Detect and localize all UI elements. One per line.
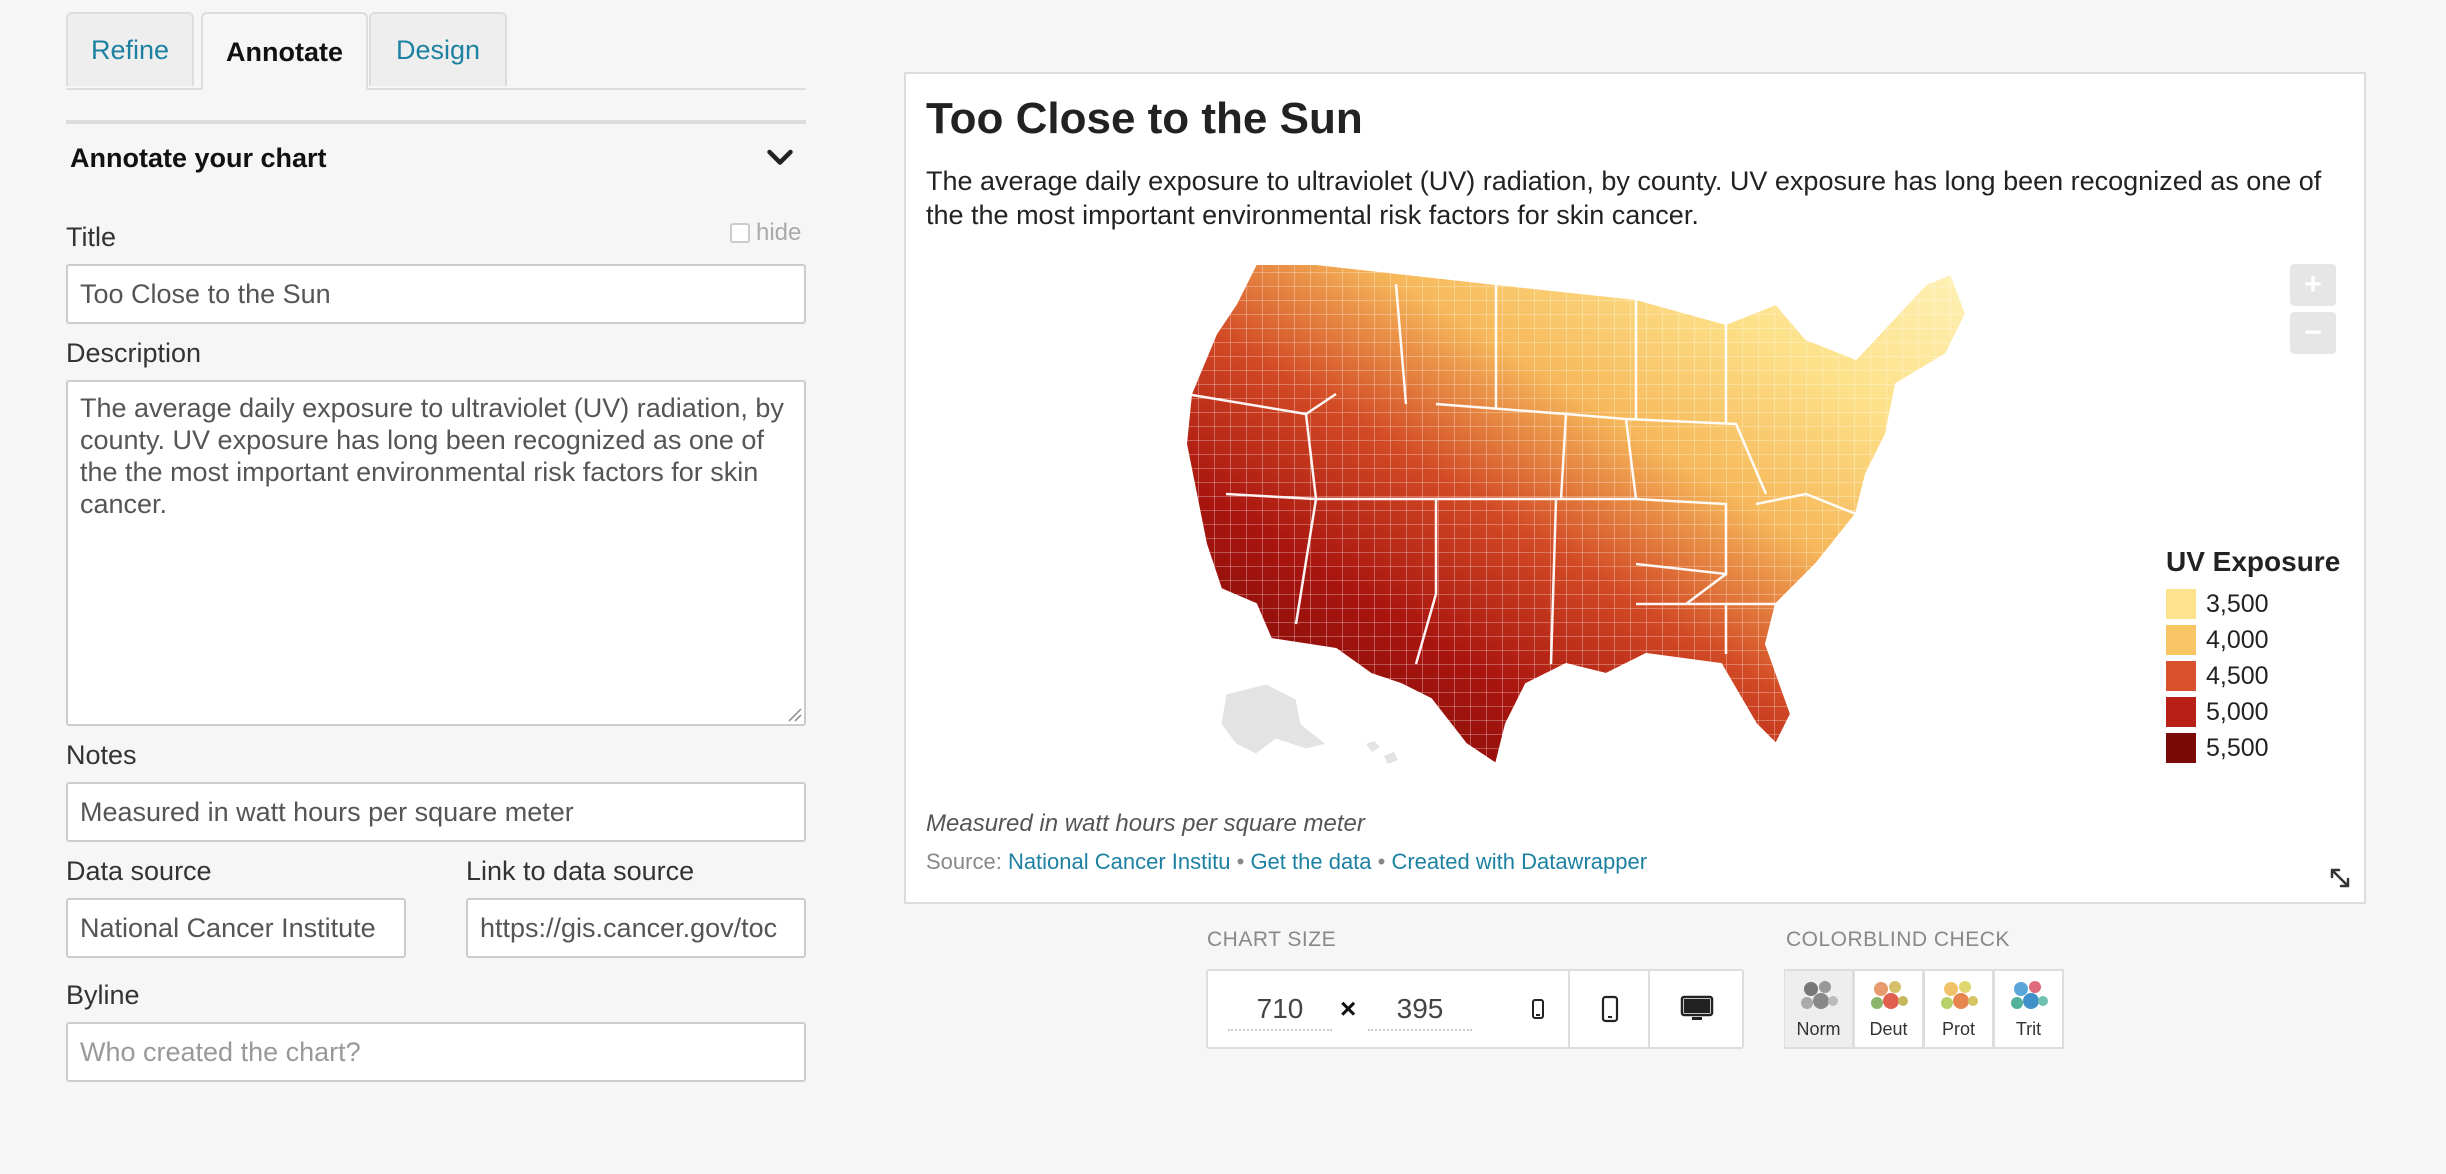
zoom-out-button[interactable]: − xyxy=(2290,312,2336,354)
prot-palette-icon xyxy=(1940,981,1978,1009)
phone-small-icon xyxy=(1532,999,1544,1019)
desktop-button[interactable] xyxy=(1648,971,1744,1047)
colorblind-deut-label: Deut xyxy=(1869,1019,1908,1039)
byline-input[interactable]: Who created the chart? xyxy=(66,1022,806,1082)
description-label: Description xyxy=(66,338,202,368)
colorblind-trit-label: Trit xyxy=(2015,1019,2042,1039)
tab-annotate[interactable]: Annotate xyxy=(201,12,368,90)
legend-item: 5,500 xyxy=(2166,730,2340,766)
colorblind-prot-button[interactable]: Prot xyxy=(1924,969,1994,1049)
title-label: Title xyxy=(66,222,117,252)
footer-separator: • xyxy=(1230,849,1251,874)
title-input[interactable]: Too Close to the Sun xyxy=(66,264,806,324)
sidebar-tabs: Refine Annotate Design xyxy=(66,12,806,90)
legend-swatch xyxy=(2166,625,2196,655)
legend-label: 5,000 xyxy=(2206,697,2269,726)
chart-size-label: Chart size xyxy=(1207,928,1337,951)
legend-item: 5,000 xyxy=(2166,694,2340,730)
chart-height-input[interactable]: 395 xyxy=(1368,989,1472,1031)
byline-label: Byline xyxy=(66,980,140,1010)
legend-title: UV Exposure xyxy=(2166,546,2341,577)
alaska-shape xyxy=(1220,683,1328,755)
source-prefix: Source: xyxy=(926,849,1008,874)
deut-palette-icon xyxy=(1870,981,1908,1009)
colorblind-trit-button[interactable]: Trit xyxy=(1994,969,2064,1049)
created-with-datawrapper-link[interactable]: Created with Datawrapper xyxy=(1391,849,1647,874)
chart-preview: Too Close to the Sun The average daily e… xyxy=(904,72,2366,904)
data-source-label: Data source xyxy=(66,856,212,886)
chart-description: The average daily exposure to ultraviole… xyxy=(926,166,2322,230)
chart-title: Too Close to the Sun xyxy=(926,94,1363,143)
desktop-monitor-icon xyxy=(1680,995,1714,1020)
chart-footer: Source: National Cancer Institu • Get th… xyxy=(926,849,1647,875)
norm-palette-icon xyxy=(1800,981,1838,1009)
hide-label: hide xyxy=(756,219,802,246)
mobile-small-button[interactable] xyxy=(1498,971,1578,1047)
phone-icon xyxy=(1601,995,1619,1023)
footer-separator: • xyxy=(1371,849,1392,874)
chart-size-controls: 710 × 395 xyxy=(1206,969,1744,1049)
colorblind-norm-label: Norm xyxy=(1796,1019,1841,1039)
resize-grip-icon[interactable] xyxy=(784,704,802,722)
get-the-data-link[interactable]: Get the data xyxy=(1250,849,1371,874)
legend-swatch xyxy=(2166,661,2196,691)
legend-label: 3,500 xyxy=(2206,589,2269,618)
chart-notes: Measured in watt hours per square meter xyxy=(926,810,1365,837)
tab-refine[interactable]: Refine xyxy=(66,12,194,86)
colorblind-deut-button[interactable]: Deut xyxy=(1854,969,1924,1049)
annotate-section-header[interactable]: Annotate your chart xyxy=(66,120,806,192)
zoom-in-button[interactable]: + xyxy=(2290,264,2336,306)
resize-chart-icon[interactable] xyxy=(2328,866,2352,890)
legend-label: 4,500 xyxy=(2206,661,2269,690)
colorblind-prot-label: Prot xyxy=(1941,1019,1975,1039)
legend-label: 4,000 xyxy=(2206,625,2269,654)
legend-label: 5,500 xyxy=(2206,733,2269,762)
map-legend: UV Exposure 3,500 4,000 4,500 5,000 5,500 xyxy=(2166,546,2340,766)
tab-design[interactable]: Design xyxy=(369,12,507,86)
notes-label: Notes xyxy=(66,740,137,770)
section-title: Annotate your chart xyxy=(70,142,327,173)
trit-palette-icon xyxy=(2010,981,2048,1009)
legend-item: 4,000 xyxy=(2166,622,2340,658)
legend-swatch xyxy=(2166,589,2196,619)
data-source-input[interactable]: National Cancer Institute xyxy=(66,898,406,958)
hide-title-toggle[interactable]: hide xyxy=(730,219,801,247)
link-to-source-input[interactable]: https://gis.cancer.gov/toc xyxy=(466,898,806,958)
link-to-source-label: Link to data source xyxy=(466,856,695,886)
description-textarea[interactable]: The average daily exposure to ultraviole… xyxy=(66,380,806,726)
description-text: The average daily exposure to ultraviole… xyxy=(80,393,784,519)
legend-swatch xyxy=(2166,733,2196,763)
source-link[interactable]: National Cancer Institu xyxy=(1008,849,1231,874)
hawaii-shape xyxy=(1366,741,1398,764)
legend-item: 4,500 xyxy=(2166,658,2340,694)
legend-swatch xyxy=(2166,697,2196,727)
notes-input[interactable]: Measured in watt hours per square meter xyxy=(66,782,806,842)
chevron-down-icon[interactable] xyxy=(762,140,798,176)
size-times-symbol: × xyxy=(1340,993,1357,1024)
hide-title-checkbox[interactable] xyxy=(730,223,750,243)
chart-width-input[interactable]: 710 xyxy=(1228,989,1332,1031)
legend-item: 3,500 xyxy=(2166,586,2340,622)
colorblind-norm-button[interactable]: Norm xyxy=(1784,969,1854,1049)
colorblind-check-controls: Norm Deut Prot Trit xyxy=(1784,969,2066,1049)
mobile-large-button[interactable] xyxy=(1568,971,1650,1047)
us-county-map[interactable] xyxy=(1166,244,2026,874)
colorblind-check-label: Colorblind check xyxy=(1786,928,2010,951)
